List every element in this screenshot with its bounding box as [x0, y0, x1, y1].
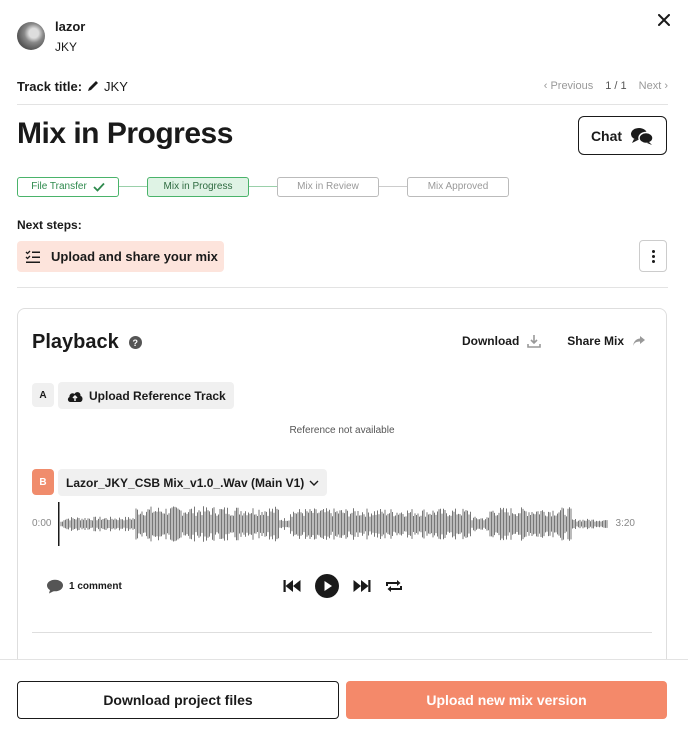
avatar: [17, 22, 45, 50]
mix-badge: B: [32, 469, 54, 495]
step-mix-in-progress: Mix in Progress: [147, 176, 249, 197]
step-label: Mix Approved: [427, 181, 489, 192]
download-label: Download: [461, 334, 520, 348]
step-mix-approved: Mix Approved: [407, 176, 509, 197]
next-button[interactable]: Next ›: [639, 80, 668, 92]
reference-unavailable-text: Reference not available: [289, 425, 395, 436]
cloud-upload-icon: [67, 391, 83, 402]
next-step-text: Upload and share your mix: [51, 249, 218, 264]
mix-file-name: Lazor_JKY_CSB Mix_v1.0_.Wav (Main V1): [66, 475, 305, 490]
divider: [17, 287, 668, 288]
player-controls: [283, 574, 403, 598]
next-steps-label: Next steps:: [17, 218, 82, 232]
download-button[interactable]: Download: [461, 334, 542, 348]
next-label: Next: [638, 80, 662, 92]
mix-modal: lazor JKY Track title: JKY ‹ Previous 1 …: [0, 0, 688, 739]
check-icon: [93, 182, 105, 192]
user-header: lazor JKY: [17, 20, 85, 54]
mix-version-select[interactable]: Lazor_JKY_CSB Mix_v1.0_.Wav (Main V1): [58, 469, 328, 496]
play-icon: [315, 574, 339, 598]
pencil-icon: [86, 79, 100, 93]
waveform[interactable]: [58, 499, 610, 549]
download-icon: [527, 335, 542, 348]
kebab-dot: [651, 254, 655, 258]
footer-bar: Download project files Upload new mix ve…: [0, 659, 688, 739]
checklist-icon: [25, 250, 40, 263]
kebab-dot: [651, 249, 655, 253]
step-label: Mix in Review: [297, 181, 359, 192]
previous-button[interactable]: ‹ Previous: [544, 80, 594, 92]
previous-label: Previous: [550, 80, 594, 92]
waveform-bars: [60, 506, 608, 542]
time-start: 0:00: [32, 518, 52, 529]
comments-button[interactable]: 1 comment: [46, 579, 122, 594]
user-subtitle: JKY: [55, 40, 78, 54]
chat-button[interactable]: Chat: [578, 116, 667, 155]
chat-bubbles-icon: [631, 127, 654, 145]
next-step-item[interactable]: Upload and share your mix: [17, 241, 224, 272]
reference-badge: A: [32, 383, 54, 407]
step-connector: [249, 186, 277, 187]
kebab-dot: [651, 259, 655, 263]
card-divider: [32, 632, 652, 633]
track-title-label: Track title:: [17, 78, 83, 94]
share-label: Share Mix: [567, 334, 624, 348]
chevron-down-icon: [309, 480, 319, 486]
close-button[interactable]: [654, 10, 674, 30]
playback-card: Playback ? Download Share Mix A Upload R…: [17, 308, 667, 688]
playhead[interactable]: [58, 502, 60, 546]
step-label: Mix in Progress: [163, 181, 233, 192]
next-track-button[interactable]: [353, 579, 371, 593]
more-options-button[interactable]: [639, 240, 667, 272]
playback-title: Playback ?: [32, 331, 142, 354]
step-mix-in-review: Mix in Review: [277, 176, 379, 197]
comments-count: 1 comment: [69, 581, 122, 592]
play-button[interactable]: [315, 574, 339, 598]
chat-label: Chat: [590, 127, 623, 144]
step-connector: [379, 186, 407, 187]
user-name: lazor: [55, 19, 86, 34]
repeat-icon: [386, 580, 402, 592]
skip-forward-icon: [353, 580, 371, 592]
progress-steps: File Transfer Mix in Progress Mix in Rev…: [17, 176, 509, 197]
repeat-button[interactable]: [385, 578, 403, 594]
step-label: File Transfer: [31, 181, 87, 192]
comment-icon: [47, 579, 63, 594]
divider: [17, 104, 668, 105]
track-title-value: JKY: [104, 78, 128, 94]
page-count: 1 / 1: [605, 80, 627, 92]
step-connector: [119, 186, 147, 187]
share-mix-button[interactable]: Share Mix: [567, 334, 646, 348]
track-pager: ‹ Previous 1 / 1 Next ›: [544, 80, 668, 92]
step-file-transfer: File Transfer: [17, 176, 119, 197]
page-title: Mix in Progress: [17, 117, 233, 150]
time-end: 3:20: [615, 518, 635, 529]
help-icon[interactable]: ?: [128, 336, 142, 349]
download-project-files-button[interactable]: Download project files: [17, 681, 339, 719]
skip-back-icon: [283, 580, 301, 592]
upload-new-mix-button[interactable]: Upload new mix version: [346, 681, 667, 719]
upload-reference-button[interactable]: Upload Reference Track: [58, 382, 234, 409]
track-title-row: Track title: JKY ‹ Previous 1 / 1 Next ›: [17, 77, 668, 95]
close-icon: [658, 14, 670, 26]
playback-title-text: Playback: [32, 331, 119, 353]
share-arrow-icon: [633, 336, 645, 346]
upload-reference-label: Upload Reference Track: [89, 388, 226, 403]
previous-track-button[interactable]: [283, 579, 301, 593]
playback-actions: Download Share Mix: [462, 334, 646, 348]
